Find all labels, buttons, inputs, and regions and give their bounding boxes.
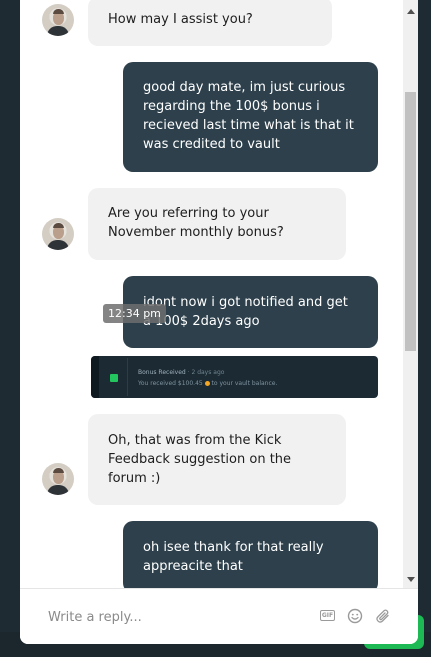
scroll-down-arrow[interactable] [407, 577, 415, 582]
emoji-icon[interactable] [347, 608, 363, 624]
agent-message: Oh, that was from the Kick Feedback sugg… [88, 414, 346, 505]
scroll-up-arrow[interactable] [407, 9, 415, 14]
agent-avatar [42, 4, 74, 36]
scrollbar[interactable] [403, 0, 418, 588]
image-line-suffix: to your vault balance. [211, 380, 278, 387]
user-message: oh isee thank for that really appreacite… [123, 521, 378, 588]
coin-icon [204, 381, 210, 386]
gif-icon[interactable]: GIF [320, 610, 335, 621]
background-left [0, 0, 20, 657]
reply-input[interactable] [42, 603, 314, 631]
gift-icon [110, 374, 118, 382]
image-title: Bonus Received [138, 369, 186, 376]
agent-message: How may I assist you? [88, 0, 332, 46]
background-right [418, 0, 431, 657]
message-list: How may I assist you? good day mate, im … [20, 0, 402, 588]
message-timestamp: 12:34 pm [103, 304, 166, 323]
image-line-prefix: You received $100.45 [138, 380, 203, 387]
agent-message: Are you referring to your November month… [88, 188, 346, 260]
chat-widget: How may I assist you? good day mate, im … [20, 0, 418, 644]
agent-avatar [42, 218, 74, 250]
paperclip-icon[interactable] [375, 608, 391, 624]
image-subtitle: · 2 days ago [187, 369, 225, 376]
user-message: good day mate, im just curious regarding… [123, 62, 378, 172]
image-attachment[interactable]: Bonus Received · 2 days ago You received… [91, 356, 378, 398]
agent-avatar [42, 463, 74, 495]
composer: GIF [20, 588, 418, 644]
scroll-thumb[interactable] [405, 92, 416, 351]
